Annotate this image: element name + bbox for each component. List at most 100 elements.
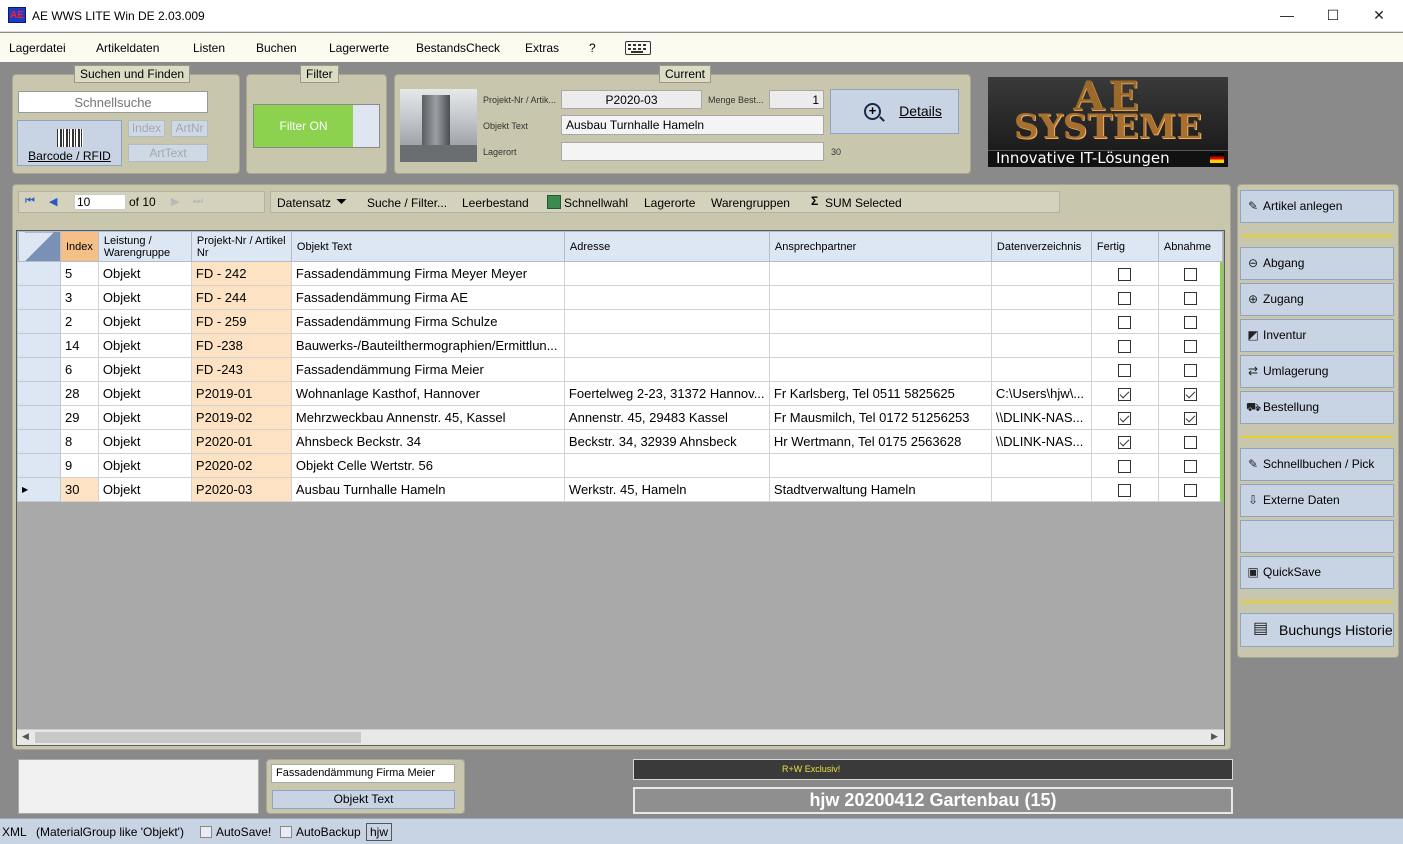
minimize-button[interactable]: — (1264, 0, 1310, 32)
cell-objekt-text[interactable]: Fassadendämmung Firma AE (290, 285, 565, 310)
cell-datenverzeichnis[interactable] (990, 357, 1092, 382)
cell-gruppe[interactable]: Objekt (97, 261, 192, 286)
datensatz-button[interactable]: Datensatz (277, 196, 331, 210)
cell-adresse[interactable] (563, 309, 770, 334)
schnellbuchen-button[interactable]: ✎Schnellbuchen / Pick List (1240, 448, 1394, 502)
cell-projekt[interactable]: FD - 244 (190, 285, 292, 310)
close-button[interactable]: ✕ (1356, 0, 1402, 32)
scroll-right-icon[interactable]: ▶ (1211, 731, 1218, 742)
cell-index[interactable]: 28 (60, 381, 99, 406)
menu-listen[interactable]: Listen (193, 41, 225, 55)
col-projekt[interactable]: Projekt-Nr / Artikel Nr (190, 231, 292, 262)
cell-datenverzeichnis[interactable] (990, 309, 1092, 334)
cell-objekt-text[interactable]: Mehrzweckbau Annenstr. 45, Kassel (290, 405, 565, 430)
fertig-checkbox[interactable] (1118, 268, 1132, 282)
projekt-field[interactable]: P2020-03 (561, 90, 702, 109)
lagerort-field[interactable] (561, 142, 824, 161)
sum-selected-button[interactable]: SUM Selected (825, 196, 902, 210)
cell-datenverzeichnis[interactable] (990, 453, 1092, 478)
abnahme-checkbox[interactable] (1183, 364, 1197, 378)
row-selector[interactable] (17, 333, 61, 358)
cell-ansprechpartner[interactable]: Fr Karlsberg, Tel 0511 5825625 (768, 381, 992, 406)
cell-datenverzeichnis[interactable]: \\DLINK-NAS... (990, 429, 1092, 454)
cell-gruppe[interactable]: Objekt (97, 405, 192, 430)
cell-adresse[interactable] (563, 333, 770, 358)
cell-projekt[interactable]: FD - 259 (190, 309, 292, 334)
keyboard-icon[interactable] (625, 41, 651, 55)
menu-lagerdatei[interactable]: Lagerdatei (9, 41, 66, 55)
cell-adresse[interactable] (563, 357, 770, 382)
table-row[interactable]: 5 Objekt FD - 242 Fassadendämmung Firma Mey… (17, 261, 1223, 286)
cell-index[interactable]: 9 (60, 453, 99, 478)
cell-adresse[interactable] (563, 453, 770, 478)
col-gruppe[interactable]: Leistung / Warengruppe (97, 231, 192, 262)
cell-index[interactable]: 8 (60, 429, 99, 454)
cell-ansprechpartner[interactable]: Hr Wertmann, Tel 0175 2563628 (768, 429, 992, 454)
cell-index[interactable]: 29 (60, 405, 99, 430)
arttext-button[interactable]: ArtText (128, 144, 208, 162)
cell-datenverzeichnis[interactable] (990, 261, 1092, 286)
cell-ansprechpartner[interactable] (768, 285, 992, 310)
inventur-button[interactable]: ◩ Inventur (1240, 319, 1394, 352)
table-row[interactable]: 14 Objekt FD -238 Bauwerks-/Bauteilthermogr… (17, 333, 1223, 358)
table-row[interactable]: 29 Objekt P2019-02 Mehrzweckbau Annenstr. 4… (17, 405, 1223, 430)
cell-gruppe[interactable]: Objekt (97, 309, 192, 334)
abnahme-checkbox[interactable] (1183, 388, 1197, 402)
index-button[interactable]: Index (128, 120, 165, 137)
table-row[interactable]: 6 Objekt FD -243 Fassadendämmung Firma Meie… (17, 357, 1223, 382)
objekt-field[interactable]: Ausbau Turnhalle Hameln (561, 115, 824, 135)
cell-index[interactable]: 5 (60, 261, 99, 286)
col-objekt-text[interactable]: Objekt Text (290, 231, 565, 262)
row-selector[interactable] (17, 261, 61, 286)
col-datenverzeichnis[interactable]: Datenverzeichnis (990, 231, 1092, 262)
cell-datenverzeichnis[interactable] (990, 333, 1092, 358)
cell-adresse[interactable]: Werkstr. 45, Hameln (563, 477, 770, 502)
next-record-icon[interactable]: ▶ (171, 195, 179, 208)
fertig-checkbox[interactable] (1118, 388, 1132, 402)
abnahme-checkbox[interactable] (1183, 316, 1197, 330)
cell-projekt[interactable]: P2020-01 (190, 429, 292, 454)
cell-adresse[interactable]: Beckstr. 34, 32939 Ahnsbeck (563, 429, 770, 454)
cell-ansprechpartner[interactable] (768, 309, 992, 334)
cell-ansprechpartner[interactable] (768, 261, 992, 286)
cell-index[interactable]: 14 (60, 333, 99, 358)
bestellung-button[interactable]: ⛟ Bestellung (1240, 391, 1394, 424)
leerbestand-button[interactable]: Leerbestand (462, 196, 529, 210)
menu-buchen[interactable]: Buchen (256, 41, 297, 55)
objekt-text-button[interactable]: Objekt Text (272, 790, 455, 809)
externe-daten-button[interactable]: ⇩ Externe Daten (1240, 484, 1394, 517)
cell-ansprechpartner[interactable] (768, 453, 992, 478)
zugang-button[interactable]: ⊕ Zugang (1240, 283, 1394, 316)
suche-filter-button[interactable]: Suche / Filter... (367, 196, 447, 210)
cell-datenverzeichnis[interactable]: C:\Users\hjw\... (990, 381, 1092, 406)
cell-objekt-text[interactable]: Fassadendämmung Firma Meier (290, 357, 565, 382)
cell-projekt[interactable]: P2020-02 (190, 453, 292, 478)
cell-objekt-text[interactable]: Wohnanlage Kasthof, Hannover (290, 381, 565, 406)
abnahme-checkbox[interactable] (1183, 268, 1197, 282)
cell-objekt-text[interactable]: Bauwerks-/Bauteilthermographien/Ermittlu… (290, 333, 565, 358)
cell-projekt[interactable]: P2019-01 (190, 381, 292, 406)
cell-objekt-text[interactable]: Objekt Celle Wertstr. 56 (290, 453, 565, 478)
cell-objekt-text[interactable]: Fassadendämmung Firma Meyer Meyer (290, 261, 565, 286)
select-all-corner[interactable] (17, 231, 61, 262)
abnahme-checkbox[interactable] (1183, 484, 1197, 498)
abnahme-checkbox[interactable] (1183, 292, 1197, 306)
schnellsuche-input[interactable] (18, 91, 208, 113)
maximize-button[interactable]: ☐ (1310, 0, 1356, 32)
col-adresse[interactable]: Adresse (563, 231, 770, 262)
fertig-checkbox[interactable] (1118, 460, 1132, 474)
table-row[interactable]: 28 Objekt P2019-01 Wohnanlage Kasthof, Hann… (17, 381, 1223, 406)
cell-ansprechpartner[interactable] (768, 333, 992, 358)
cell-projekt[interactable]: FD - 242 (190, 261, 292, 286)
cell-index[interactable]: 3 (60, 285, 99, 310)
col-ansprechpartner[interactable]: Ansprechpartner (768, 231, 992, 262)
col-fertig[interactable]: Fertig (1090, 231, 1159, 262)
cell-ansprechpartner[interactable] (768, 357, 992, 382)
buchungs-historie-button[interactable]: ▤ Buchungs Historie (1240, 613, 1394, 647)
menu-bestandscheck[interactable]: BestandsCheck (416, 41, 500, 55)
fertig-checkbox[interactable] (1118, 364, 1132, 378)
cell-datenverzeichnis[interactable] (990, 477, 1092, 502)
table-row[interactable]: 3 Objekt FD - 244 Fassadendämmung Firma AE (17, 285, 1223, 310)
fertig-checkbox[interactable] (1118, 484, 1132, 498)
menu-artikeldaten[interactable]: Artikeldaten (96, 41, 159, 55)
